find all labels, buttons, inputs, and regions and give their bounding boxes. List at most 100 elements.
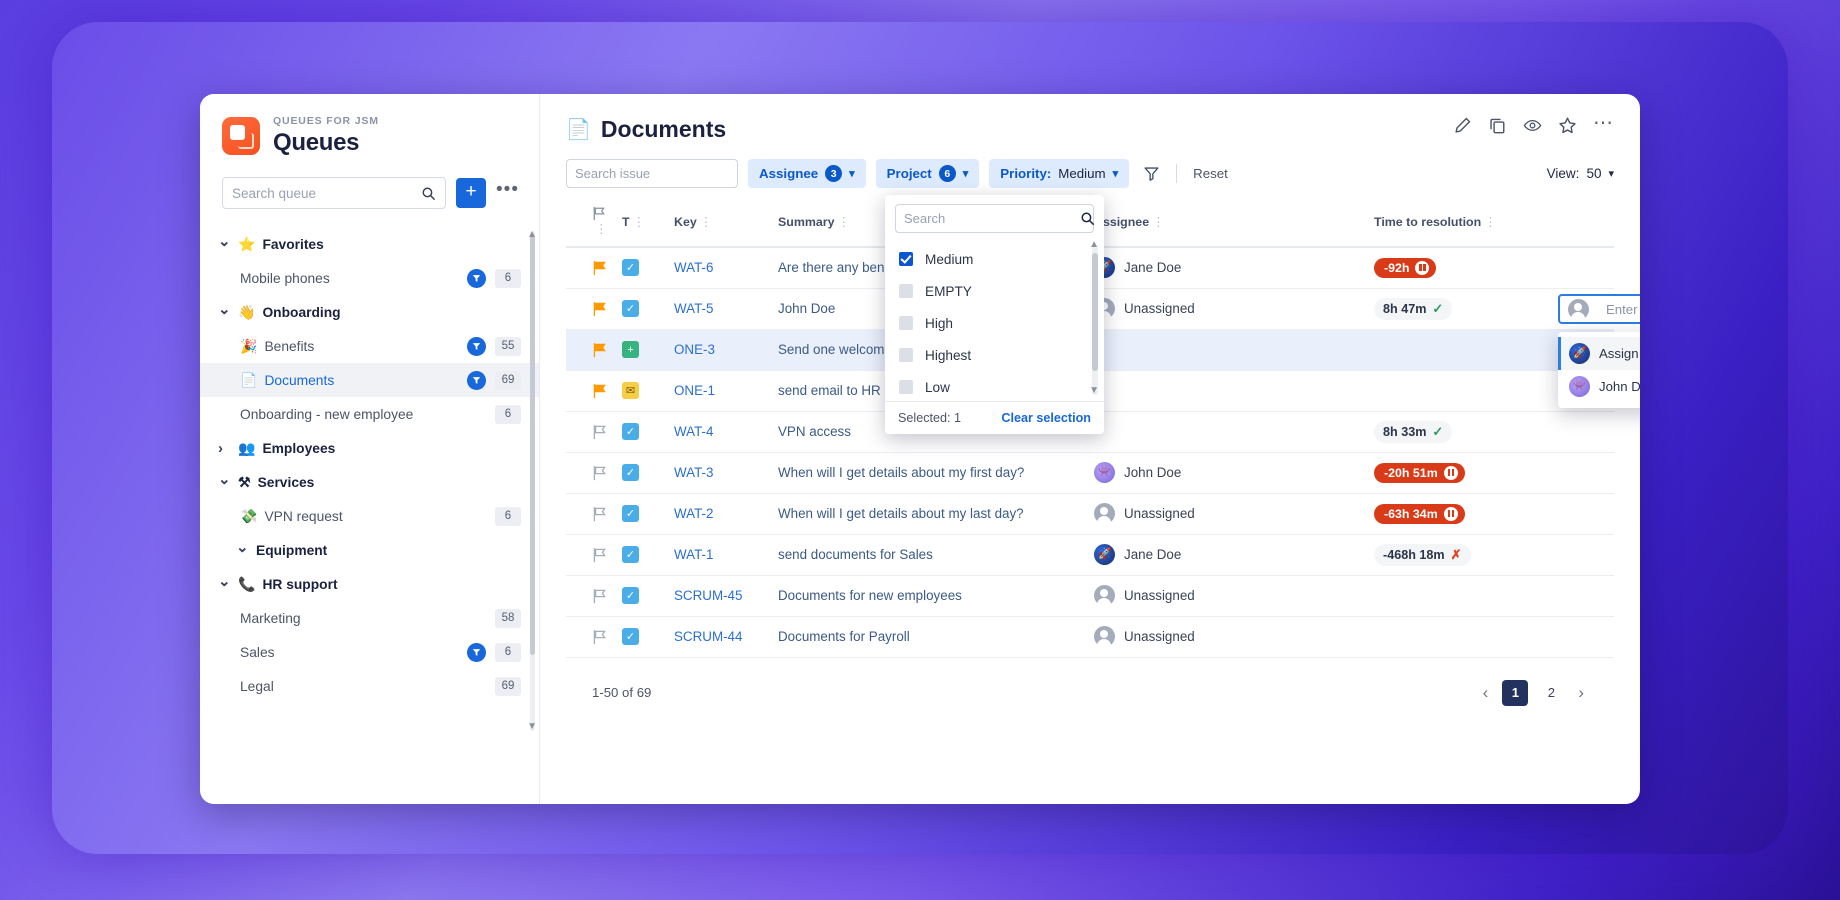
cell-assignee[interactable]: Unassigned xyxy=(1094,575,1374,617)
issue-key-link[interactable]: WAT-6 xyxy=(674,260,713,275)
filter-priority[interactable]: Priority: Medium ▾ xyxy=(989,159,1130,188)
cell-assignee[interactable]: Unassigned xyxy=(1094,616,1374,658)
cell-key[interactable]: WAT-1 xyxy=(674,534,778,576)
table-row[interactable]: ✓ WAT-3 When will I get details about my f… xyxy=(566,452,1614,494)
clear-selection-button[interactable]: Clear selection xyxy=(1001,411,1091,425)
funnel-icon[interactable] xyxy=(1143,165,1160,182)
priority-scrollbar-thumb[interactable] xyxy=(1092,253,1098,371)
checkbox[interactable] xyxy=(899,316,913,330)
issue-summary-link[interactable]: When will I get details about my last da… xyxy=(778,506,1094,521)
view-selector[interactable]: View: 50 ▾ xyxy=(1547,166,1614,181)
cell-assignee[interactable]: Jane Doe xyxy=(1094,534,1374,576)
cell-assignee[interactable]: Jane Doe xyxy=(1094,247,1374,289)
sidebar-item-services[interactable]: ⚒ Services xyxy=(200,465,539,499)
cell-key[interactable]: ONE-1 xyxy=(674,370,778,412)
checkbox[interactable] xyxy=(899,380,913,394)
sidebar-item-sales[interactable]: Sales 6 xyxy=(200,635,539,669)
col-type[interactable]: T ⋮ xyxy=(622,200,674,248)
cell-summary[interactable]: When will I get details about my last da… xyxy=(778,493,1094,535)
watch-eye-icon[interactable] xyxy=(1523,116,1542,135)
sidebar-item-equipment[interactable]: Equipment xyxy=(200,533,539,567)
col-assignee[interactable]: Assignee ⋮ xyxy=(1094,200,1374,248)
cell-flag[interactable] xyxy=(566,493,622,535)
checkbox[interactable] xyxy=(899,284,913,298)
col-time-to-resolution[interactable]: Time to resolution ⋮ xyxy=(1374,200,1614,248)
cell-flag[interactable] xyxy=(566,288,622,330)
col-key[interactable]: Key ⋮ xyxy=(674,200,778,248)
sidebar-item-onboarding-new-employee[interactable]: Onboarding - new employee 6 xyxy=(200,397,539,431)
issue-key-link[interactable]: SCRUM-45 xyxy=(674,588,742,603)
checkbox[interactable] xyxy=(899,252,913,266)
issue-key-link[interactable]: WAT-1 xyxy=(674,547,713,562)
issue-summary-link[interactable]: Documents for Payroll xyxy=(778,629,1094,644)
search-issue-input[interactable] xyxy=(575,166,751,181)
cell-key[interactable]: WAT-5 xyxy=(674,288,778,330)
search-queue-input[interactable] xyxy=(232,185,422,201)
issue-key-link[interactable]: WAT-2 xyxy=(674,506,713,521)
flag-icon[interactable] xyxy=(592,629,608,645)
table-row[interactable]: ✓ SCRUM-45 Documents for new employees Unas… xyxy=(566,575,1614,617)
sidebar-item-legal[interactable]: Legal 69 xyxy=(200,669,539,703)
priority-option-empty[interactable]: EMPTY xyxy=(885,275,1104,307)
cell-assignee[interactable] xyxy=(1094,329,1374,371)
sidebar-item-documents[interactable]: 📄 Documents 69 xyxy=(200,363,539,398)
chevron-down-icon[interactable] xyxy=(218,303,232,321)
edit-icon[interactable] xyxy=(1453,116,1472,135)
priority-option-medium[interactable]: Medium xyxy=(885,243,1104,275)
chevron-down-icon[interactable] xyxy=(218,473,232,491)
sidebar-scroll-down-icon[interactable]: ▼ xyxy=(527,721,537,732)
cell-flag[interactable] xyxy=(566,534,622,576)
issue-key-link[interactable]: WAT-3 xyxy=(674,465,713,480)
cell-flag[interactable] xyxy=(566,370,622,412)
chevron-down-icon[interactable] xyxy=(236,541,250,559)
more-icon[interactable]: ⋯ xyxy=(1593,113,1614,134)
sidebar-item-marketing[interactable]: Marketing 58 xyxy=(200,601,539,635)
cell-assignee[interactable]: Unassigned xyxy=(1094,493,1374,535)
cell-assignee[interactable]: Unassigned xyxy=(1094,288,1374,330)
flag-icon[interactable] xyxy=(592,260,608,276)
cell-summary[interactable]: send documents for Sales xyxy=(778,534,1094,576)
flag-icon[interactable] xyxy=(592,424,608,440)
filter-assignee[interactable]: Assignee 3 ▾ xyxy=(748,159,866,188)
sidebar-more-button[interactable]: ••• xyxy=(496,180,519,201)
search-queue-field[interactable] xyxy=(222,177,447,210)
checkbox[interactable] xyxy=(899,348,913,362)
cell-flag[interactable] xyxy=(566,575,622,617)
cell-assignee[interactable] xyxy=(1094,411,1374,453)
flag-icon[interactable] xyxy=(592,301,608,317)
sidebar-item-onboarding[interactable]: 👋 Onboarding xyxy=(200,295,539,329)
assignee-option-john-doe[interactable]: John Doe xyxy=(1558,370,1640,403)
flag-icon[interactable] xyxy=(592,383,608,399)
cell-key[interactable]: SCRUM-45 xyxy=(674,575,778,617)
issue-key-link[interactable]: SCRUM-44 xyxy=(674,629,742,644)
chevron-right-icon[interactable]: › xyxy=(1574,683,1588,703)
issue-key-link[interactable]: ONE-3 xyxy=(674,342,715,357)
issue-key-link[interactable]: WAT-4 xyxy=(674,424,713,439)
priority-search-input[interactable] xyxy=(904,211,1080,226)
issue-summary-link[interactable]: When will I get details about my first d… xyxy=(778,465,1094,480)
cell-key[interactable]: SCRUM-44 xyxy=(674,616,778,658)
chevron-down-icon[interactable] xyxy=(218,235,232,253)
table-row[interactable]: ✓ WAT-1 send documents for Sales Jane Doe -4… xyxy=(566,534,1614,576)
sidebar-item-mobile-phones[interactable]: Mobile phones 6 xyxy=(200,261,539,295)
priority-scroll-down-icon[interactable]: ▼ xyxy=(1089,385,1099,396)
cell-summary[interactable]: Documents for Payroll xyxy=(778,616,1094,658)
priority-option-highest[interactable]: Highest xyxy=(885,339,1104,371)
cell-key[interactable]: WAT-2 xyxy=(674,493,778,535)
chevron-right-icon[interactable] xyxy=(218,440,232,457)
page-2-button[interactable]: 2 xyxy=(1538,680,1564,706)
col-flag[interactable]: ⋮ xyxy=(566,200,622,248)
issue-summary-link[interactable]: Documents for new employees xyxy=(778,588,1094,603)
cell-assignee[interactable] xyxy=(1094,370,1374,412)
page-1-button[interactable]: 1 xyxy=(1502,679,1529,706)
priority-option-low[interactable]: Low xyxy=(885,371,1104,401)
filter-project[interactable]: Project 6 ▾ xyxy=(875,159,980,188)
sidebar-scrollbar-thumb[interactable] xyxy=(530,235,535,656)
sidebar-item-favorites[interactable]: ⭐ Favorites xyxy=(200,227,539,261)
add-queue-button[interactable]: + xyxy=(456,178,487,209)
table-row[interactable]: ✓ SCRUM-44 Documents for Payroll Unassigned xyxy=(566,616,1614,658)
cell-flag[interactable] xyxy=(566,452,622,494)
copy-icon[interactable] xyxy=(1488,116,1507,135)
issue-key-link[interactable]: WAT-5 xyxy=(674,301,713,316)
sidebar-item-employees[interactable]: 👥 Employees xyxy=(200,431,539,465)
